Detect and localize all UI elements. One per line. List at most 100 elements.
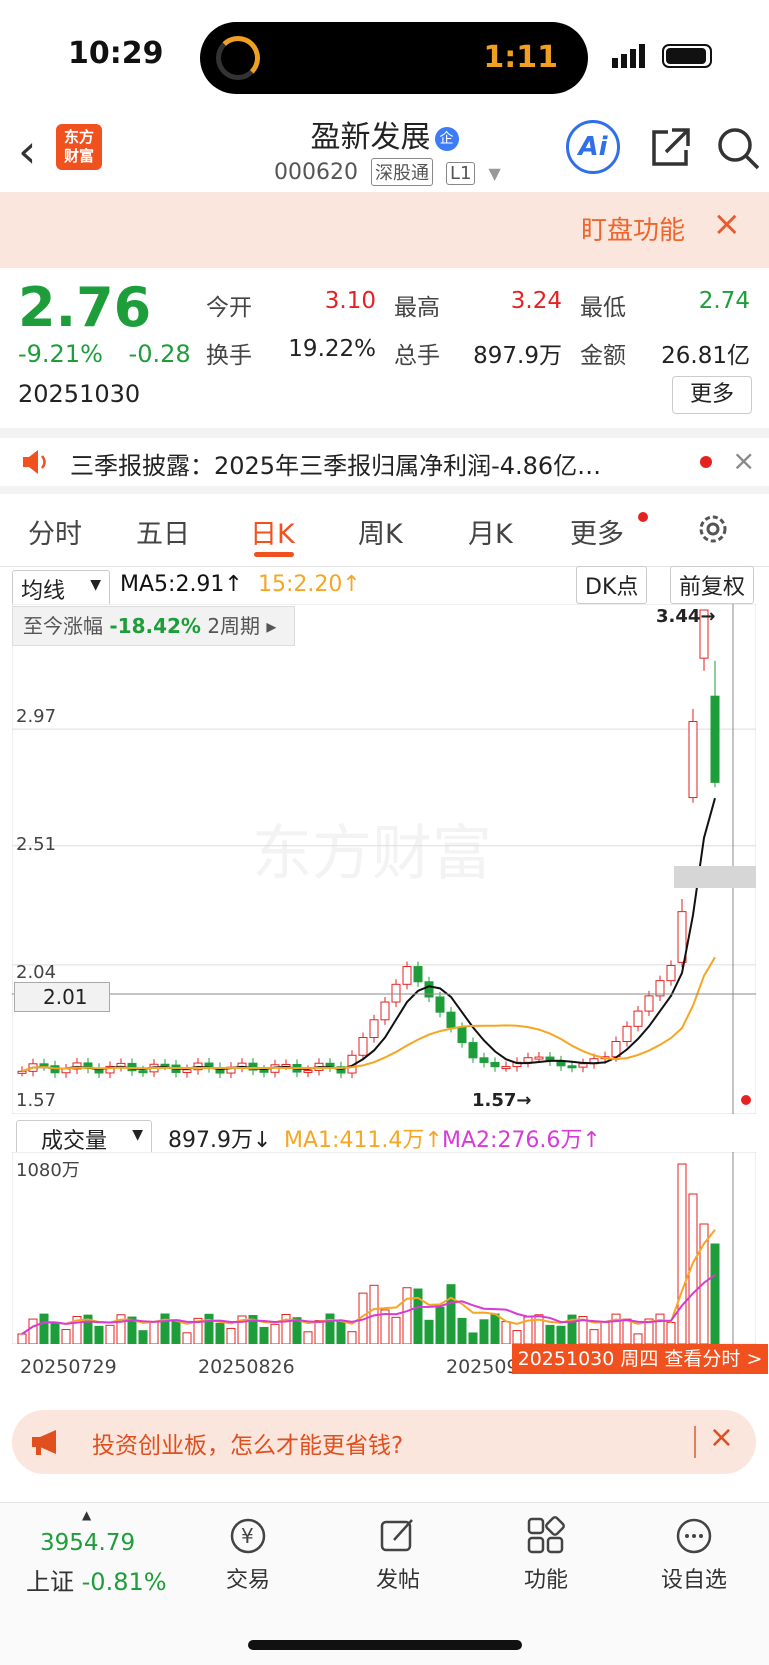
volume-label: 总手	[394, 343, 440, 369]
adjust-button[interactable]: 前复权	[670, 566, 755, 604]
current-price: 2.76	[18, 276, 152, 339]
crosshair-price-label: 2.01	[14, 982, 110, 1012]
candle	[17, 1070, 27, 1074]
home-indicator	[248, 1640, 522, 1650]
ma15-value: 15:2.20↑	[258, 572, 361, 597]
notice-close-icon[interactable]: ×	[732, 444, 755, 477]
tab-five-day[interactable]: 五日	[136, 512, 190, 551]
quote-date: 20251030	[18, 380, 141, 408]
stock-code: 000620	[274, 160, 358, 185]
ai-icon[interactable]: Ai	[566, 120, 620, 174]
tab-add-watchlist[interactable]: 设自选	[644, 1562, 744, 1594]
promo-close-icon[interactable]: ×	[709, 1420, 734, 1455]
index-line[interactable]: 上证 -0.81%	[26, 1562, 167, 1597]
view-intraday-tooltip[interactable]: 20251030 周四 查看分时 >	[512, 1344, 768, 1374]
volume-bar	[556, 1325, 566, 1344]
function-icon[interactable]	[526, 1516, 566, 1556]
volume-bar	[479, 1319, 489, 1344]
volume-bar	[39, 1313, 49, 1344]
candlestick-chart[interactable]: 东方财富	[12, 604, 756, 1114]
post-icon[interactable]	[378, 1516, 418, 1556]
island-timer: 1:11	[483, 40, 558, 75]
notice-text[interactable]: 三季报披露：2025年三季报归属净利润-4.86亿…	[70, 446, 601, 481]
volume-bar	[226, 1327, 236, 1344]
candle	[688, 721, 698, 799]
divider	[0, 486, 769, 494]
divider	[694, 1426, 696, 1458]
candle	[182, 1069, 192, 1073]
volume-bar	[622, 1318, 632, 1344]
signal-icon	[612, 44, 645, 68]
volume-bar	[710, 1243, 720, 1344]
volume-bar	[589, 1329, 599, 1344]
grid-label: 2.97	[16, 706, 57, 727]
candle	[446, 1011, 456, 1028]
candle	[413, 966, 423, 983]
volume-bar	[94, 1325, 104, 1344]
open-value: 3.10	[324, 288, 376, 314]
level-tag: L1	[445, 162, 476, 185]
volume-bar	[501, 1321, 511, 1344]
range-value: -18.42%	[109, 614, 201, 638]
promo-text: 投资创业板，怎么才能更省钱?	[92, 1433, 404, 1459]
search-icon[interactable]	[716, 126, 760, 170]
volume-bar	[61, 1329, 71, 1344]
volume-bar	[160, 1313, 170, 1344]
speaker-icon	[23, 450, 46, 474]
tab-intraday[interactable]: 分时	[28, 512, 82, 551]
tab-function[interactable]: 功能	[496, 1562, 596, 1594]
candle	[391, 983, 401, 1003]
more-button[interactable]: 更多	[672, 376, 752, 414]
range-change-box[interactable]: 至今涨幅 -18.42% 2周期 ▸	[12, 606, 295, 646]
battery-icon	[662, 44, 712, 68]
change-abs: -0.28	[128, 340, 191, 368]
ma-select[interactable]: 均线 ▼	[12, 570, 110, 608]
volume-bar	[677, 1163, 687, 1344]
candle	[457, 1026, 467, 1044]
volume-bar	[545, 1324, 555, 1344]
candle	[358, 1037, 368, 1056]
tab-daily-k[interactable]: 日K	[250, 512, 295, 551]
promo-banner[interactable]: 投资创业板，怎么才能更省钱? ×	[12, 1410, 756, 1474]
volume-bar	[215, 1322, 225, 1344]
volume-bar	[138, 1330, 148, 1344]
dk-point-button[interactable]: DK点	[576, 566, 648, 604]
range-period: 2周期	[207, 614, 261, 638]
chat-icon[interactable]	[674, 1516, 714, 1556]
tab-trade[interactable]: 交易	[198, 1562, 298, 1594]
volume-bar	[149, 1321, 159, 1344]
up-arrow-icon: ▲	[82, 1508, 92, 1522]
share-icon[interactable]	[648, 126, 692, 170]
candle	[402, 966, 412, 985]
volume-bar	[512, 1330, 522, 1344]
volume-value: 897.9万	[473, 343, 562, 369]
candle	[633, 1010, 643, 1027]
tab-monthly-k[interactable]: 月K	[468, 512, 513, 551]
volume-bar	[391, 1316, 401, 1344]
volume-bar	[633, 1333, 643, 1344]
volume-bar	[259, 1326, 269, 1344]
dropdown-icon[interactable]: ▼	[488, 164, 500, 183]
candle	[567, 1065, 577, 1069]
candle	[39, 1063, 49, 1067]
tab-weekly-k[interactable]: 周K	[358, 512, 403, 551]
price-band	[674, 866, 756, 888]
candle	[666, 964, 676, 982]
tab-post[interactable]: 发帖	[348, 1562, 448, 1594]
gear-icon[interactable]	[696, 512, 730, 546]
tab-more[interactable]: 更多	[570, 512, 624, 551]
close-icon[interactable]: ×	[713, 204, 742, 244]
volume-bar	[446, 1284, 456, 1344]
svg-text:¥: ¥	[241, 1524, 254, 1548]
volume-bar	[204, 1313, 214, 1344]
grid-label: 2.51	[16, 834, 57, 855]
volume-now: 897.9万↓	[168, 1128, 272, 1153]
volume-chart[interactable]	[12, 1152, 756, 1344]
candle	[523, 1057, 533, 1063]
vol-ma2: MA2:276.6万↑	[442, 1128, 601, 1153]
index-value[interactable]: 3954.79	[40, 1530, 135, 1556]
candle	[138, 1070, 148, 1074]
trade-icon[interactable]: ¥	[228, 1516, 268, 1556]
watch-banner[interactable]: 盯盘功能 ×	[0, 192, 769, 268]
candle	[479, 1057, 489, 1063]
